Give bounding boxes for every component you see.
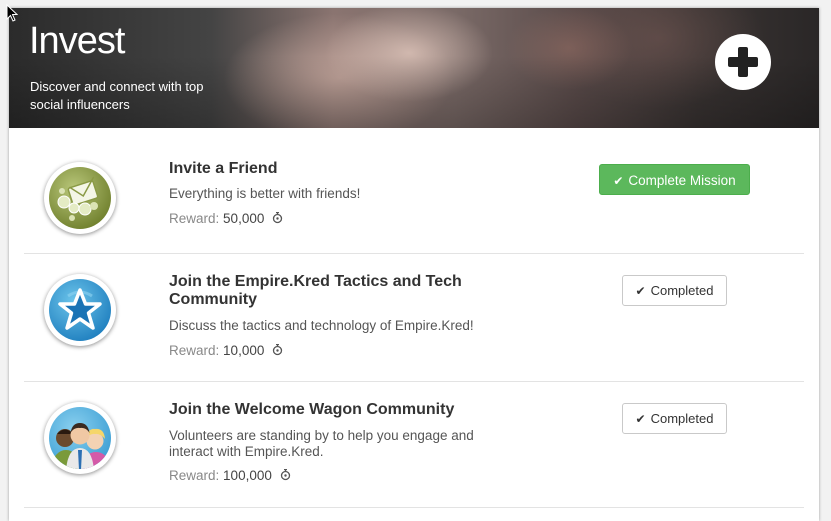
mission-badge (44, 274, 116, 346)
people-icon (49, 407, 111, 469)
button-label: Completed (650, 283, 714, 298)
mission-reward: Reward: 50,000 (169, 211, 283, 226)
mission-badge (44, 402, 116, 474)
app-window: Invest Discover and connect with top soc… (9, 8, 819, 521)
checkmark-icon: ✔ (635, 412, 646, 426)
mission-item-tactics-tech: Join the Empire.Kred Tactics and Tech Co… (24, 254, 804, 382)
button-label: Complete Mission (628, 173, 736, 188)
checkmark-icon: ✔ (635, 284, 646, 298)
mission-title: Invite a Friend (169, 160, 278, 177)
reward-value: 100,000 (223, 468, 272, 483)
page-subtitle: Discover and connect with top social inf… (30, 79, 204, 112)
mission-reward: Reward: 10,000 (169, 343, 283, 358)
header-banner: Invest Discover and connect with top soc… (9, 8, 819, 128)
mission-description: Volunteers are standing by to help you e… (169, 428, 474, 459)
page-title: Invest (29, 20, 125, 62)
mission-list: Invite a Friend Everything is better wit… (24, 128, 804, 508)
envelope-icon (49, 167, 111, 229)
currency-icon (272, 344, 283, 356)
mission-badge (44, 162, 116, 234)
star-icon (49, 279, 111, 341)
reward-value: 10,000 (223, 343, 265, 358)
mission-reward: Reward: 100,000 (169, 468, 291, 483)
mission-item-invite-friend: Invite a Friend Everything is better wit… (24, 128, 804, 254)
reward-label: Reward: (169, 343, 220, 358)
mission-title: Join the Empire.Kred Tactics and Tech Co… (169, 273, 462, 308)
reward-value: 50,000 (223, 211, 265, 226)
mission-description: Discuss the tactics and technology of Em… (169, 318, 474, 333)
completed-button[interactable]: ✔ Completed (622, 403, 727, 434)
plus-icon (728, 47, 758, 77)
mission-description: Everything is better with friends! (169, 186, 361, 201)
currency-icon (272, 212, 283, 224)
currency-icon (280, 469, 290, 481)
add-button[interactable] (715, 34, 771, 90)
completed-button[interactable]: ✔ Completed (622, 275, 727, 306)
checkmark-icon: ✔ (613, 174, 624, 188)
mission-item-welcome-wagon: Join the Welcome Wagon Community Volunte… (24, 382, 804, 508)
mouse-pointer-icon (6, 4, 18, 22)
reward-label: Reward: (169, 211, 220, 226)
reward-label: Reward: (169, 468, 220, 483)
button-label: Completed (650, 411, 714, 426)
complete-mission-button[interactable]: ✔ Complete Mission (599, 164, 750, 195)
mission-title: Join the Welcome Wagon Community (169, 401, 455, 418)
